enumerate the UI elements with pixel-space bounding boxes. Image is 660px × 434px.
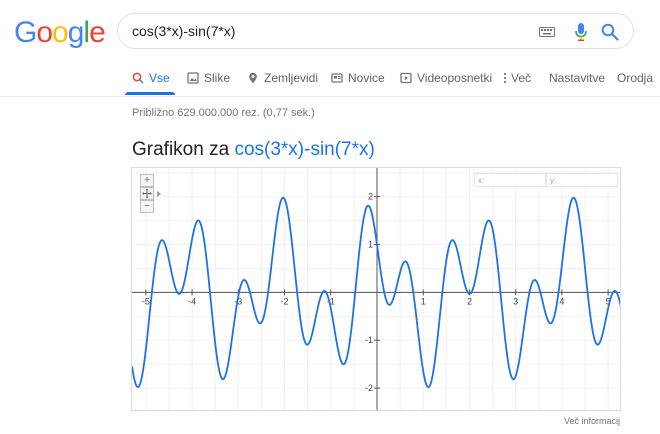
microphone-icon[interactable] xyxy=(575,23,587,41)
x-tick-label: 3 xyxy=(513,296,518,306)
coord-x-readout: x: xyxy=(474,173,546,187)
active-tab-indicator xyxy=(125,92,175,95)
google-logo[interactable]: Google xyxy=(14,16,106,50)
logo-letter: g xyxy=(67,16,85,49)
tab-vec[interactable]: Več xyxy=(502,68,531,88)
graph-title: Grafikon za cos(3*x)-sin(7*x) xyxy=(132,139,375,161)
result-stats: Približno 629.000.000 rez. (0,77 sek.) xyxy=(132,107,315,119)
y-tick-label: -1 xyxy=(365,335,373,345)
search-tabs: Vse Slike Zemljevidi Novice Videoposnetk… xyxy=(0,62,660,97)
news-icon xyxy=(331,73,343,83)
y-tick-label: 1 xyxy=(368,240,373,250)
search-input[interactable]: cos(3*x)-sin(7*x) xyxy=(132,23,235,39)
graph-title-function[interactable]: cos(3*x)-sin(7*x) xyxy=(234,139,374,160)
image-icon xyxy=(187,72,199,84)
tab-videoposnetki[interactable]: Videoposnetki xyxy=(400,68,492,88)
search-icon[interactable] xyxy=(601,23,619,41)
zoom-out-button[interactable]: − xyxy=(140,200,154,213)
logo-letter: G xyxy=(14,16,37,49)
tab-vse[interactable]: Vse xyxy=(132,68,170,88)
y-tick-label: 2 xyxy=(368,192,373,202)
logo-letter: o xyxy=(36,16,53,49)
x-tick-label: 1 xyxy=(421,296,426,306)
x-tick-label: 2 xyxy=(467,296,472,306)
graph-plot[interactable]: -5 -4 -3 -2 -1 1 2 3 4 5-2-112 xyxy=(132,168,621,411)
x-tick-label: 4 xyxy=(559,296,564,306)
logo-letter: e xyxy=(89,16,106,49)
pan-button[interactable] xyxy=(140,187,154,200)
chevron-right-icon[interactable] xyxy=(156,190,162,198)
pan-arrows-icon xyxy=(142,188,152,199)
play-icon xyxy=(400,72,412,84)
tab-zemljevidi[interactable]: Zemljevidi xyxy=(247,68,318,88)
graph-title-prefix: Grafikon za xyxy=(132,139,230,160)
coord-y-readout: y: xyxy=(546,173,618,187)
zoom-in-button[interactable]: + xyxy=(140,174,154,187)
more-vert-icon xyxy=(503,72,507,84)
tab-nastavitve[interactable]: Nastavitve xyxy=(549,68,605,88)
x-tick-label: -4 xyxy=(188,296,196,306)
x-tick-label: -5 xyxy=(142,296,150,306)
tab-novice[interactable]: Novice xyxy=(331,68,385,88)
y-tick-label: -2 xyxy=(365,383,373,393)
search-box[interactable]: cos(3*x)-sin(7*x) xyxy=(117,13,634,49)
logo-letter: o xyxy=(52,16,69,49)
tab-orodja[interactable]: Orodja xyxy=(617,68,653,88)
keyboard-icon[interactable] xyxy=(539,27,555,37)
tab-slike[interactable]: Slike xyxy=(187,68,230,88)
function-graph[interactable]: -5 -4 -3 -2 -1 1 2 3 4 5 -2 -1 1 2 + − x: y: xyxy=(131,167,621,411)
x-tick-label: -2 xyxy=(281,296,289,306)
search-icon xyxy=(132,72,144,84)
more-info-link[interactable]: Več informacij xyxy=(564,416,620,426)
map-pin-icon xyxy=(249,72,257,84)
